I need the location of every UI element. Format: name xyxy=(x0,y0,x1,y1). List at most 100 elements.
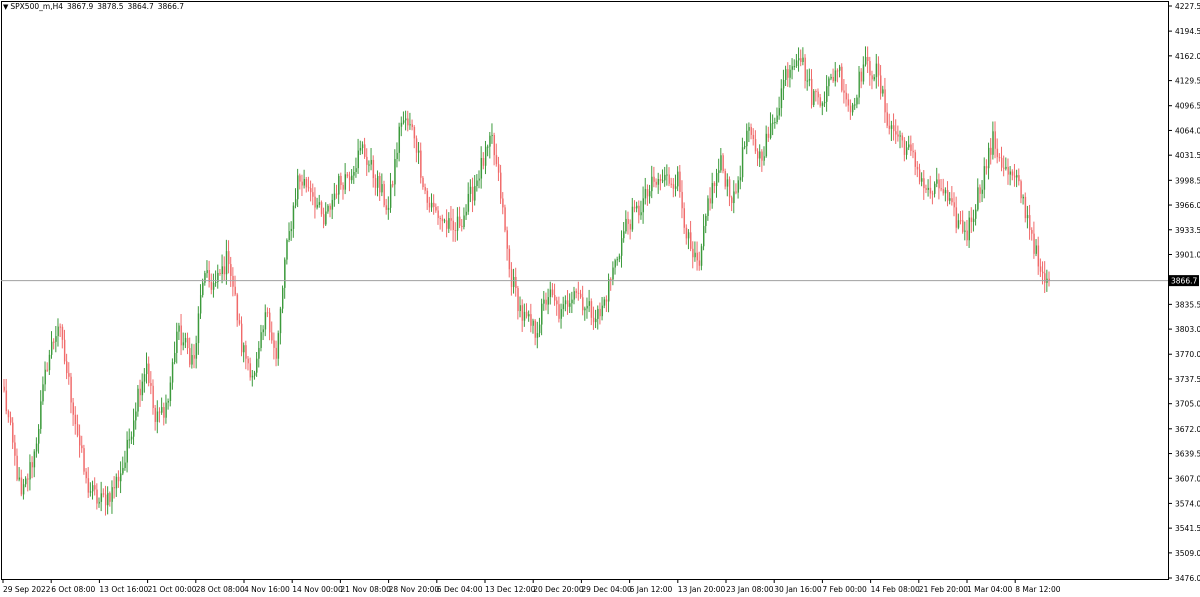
candle-down xyxy=(238,320,241,324)
candle-down xyxy=(493,135,496,156)
candle-up xyxy=(975,209,977,219)
symbol-legend: ▼ SPX500_m,H4 3867.9 3878.5 3864.7 3866.7 xyxy=(3,2,184,11)
candle-up xyxy=(126,439,128,463)
candle-up xyxy=(1005,166,1007,169)
candle-up xyxy=(983,166,986,190)
candle-down xyxy=(811,78,813,105)
candle-down xyxy=(12,422,14,443)
candle-up xyxy=(387,207,390,210)
candle-up xyxy=(763,156,765,161)
candle-down xyxy=(372,159,375,179)
candle-down xyxy=(364,144,366,157)
candle-up xyxy=(40,401,42,429)
candle-up xyxy=(29,462,31,480)
candle-down xyxy=(187,337,189,349)
candle-up xyxy=(687,232,690,239)
candle-up xyxy=(549,289,552,298)
time-tick-label: 14 Feb 08:00 xyxy=(871,585,920,594)
candle-up xyxy=(623,231,625,239)
candle-up xyxy=(448,218,450,229)
candle-down xyxy=(312,192,314,197)
candle-down xyxy=(869,61,871,76)
price-tick-label: 3541.5 xyxy=(1175,524,1200,533)
candle-up xyxy=(899,135,901,137)
candle-up xyxy=(1035,245,1037,254)
time-tick-label: 6 Dec 04:00 xyxy=(437,585,483,594)
time-tick-label: 28 Nov 20:00 xyxy=(389,585,440,594)
candle-down xyxy=(5,390,8,412)
candle-up xyxy=(821,103,824,106)
candle-down xyxy=(310,188,312,193)
candle-up xyxy=(133,420,135,437)
candle-up xyxy=(774,122,776,124)
candle-down xyxy=(515,276,517,289)
candle-down xyxy=(459,216,461,226)
candle-down xyxy=(679,171,681,192)
candle-up xyxy=(143,374,146,382)
candle-down xyxy=(951,198,953,203)
price-tick-label: 3607.0 xyxy=(1175,474,1200,483)
candle-down xyxy=(482,157,485,166)
candle-up xyxy=(949,198,951,201)
candle-up xyxy=(780,88,783,109)
candle-up xyxy=(964,230,966,232)
candle-down xyxy=(1020,181,1022,199)
candle-up xyxy=(206,270,208,274)
candle-up xyxy=(18,477,21,480)
candle-down xyxy=(1037,245,1040,267)
candle-down xyxy=(1039,266,1042,272)
candle-up xyxy=(161,407,163,413)
candle-up xyxy=(48,354,51,371)
candle-up xyxy=(839,66,841,71)
chart-window[interactable]: 4227.5 4194.5 4162.0 4129.5 4096.5 4064.0 4031… xyxy=(0,0,1200,597)
candle-down xyxy=(867,56,869,62)
candle-up xyxy=(823,101,826,104)
time-tick-label: 21 Feb 20:00 xyxy=(919,585,968,594)
candle-up xyxy=(355,168,357,172)
candle-down xyxy=(517,288,519,312)
candle-up xyxy=(864,56,867,65)
candle-down xyxy=(383,184,385,206)
candle-up xyxy=(204,273,206,283)
candle-up xyxy=(130,436,133,440)
candle-down xyxy=(236,294,239,321)
candle-up xyxy=(718,170,720,174)
candle-up xyxy=(178,325,180,332)
candle-up xyxy=(279,308,282,334)
candle-down xyxy=(575,291,578,293)
candle-down xyxy=(731,197,733,204)
candle-up xyxy=(476,180,478,187)
candle-down xyxy=(1018,175,1020,182)
candlestick-chart[interactable]: 4227.5 4194.5 4162.0 4129.5 4096.5 4064.0 4031… xyxy=(0,0,1200,597)
candle-up xyxy=(726,179,729,187)
candle-up xyxy=(523,311,526,321)
candle-down xyxy=(336,193,338,195)
candle-up xyxy=(394,158,396,185)
time-tick-label: 28 Oct 08:00 xyxy=(196,585,245,594)
candle-down xyxy=(228,251,230,265)
candle-up xyxy=(51,341,53,355)
candle-up xyxy=(35,443,38,452)
candle-up xyxy=(597,308,599,319)
triangle-down-icon[interactable]: ▼ xyxy=(3,3,8,11)
candle-up xyxy=(934,183,936,194)
candle-down xyxy=(633,206,636,209)
candle-up xyxy=(89,491,92,493)
candle-up xyxy=(988,147,990,169)
price-tick-label: 4194.5 xyxy=(1175,27,1200,36)
candle-up xyxy=(791,66,793,70)
time-axis: 29 Sep 2022 6 Oct 08:00 13 Oct 16:00 21 Oct… xyxy=(2,579,1061,594)
candle-down xyxy=(66,361,68,374)
candle-down xyxy=(61,326,64,340)
candle-up xyxy=(927,187,929,190)
candle-up xyxy=(202,282,204,296)
candle-up xyxy=(288,231,290,241)
candle-down xyxy=(962,220,964,232)
candle-down xyxy=(888,125,891,129)
candle-up xyxy=(759,151,761,159)
candle-down xyxy=(757,151,759,159)
time-tick-label: 14 Nov 00:00 xyxy=(292,585,343,594)
candle-down xyxy=(437,210,439,218)
candle-down xyxy=(502,198,504,208)
candle-up xyxy=(359,148,362,151)
